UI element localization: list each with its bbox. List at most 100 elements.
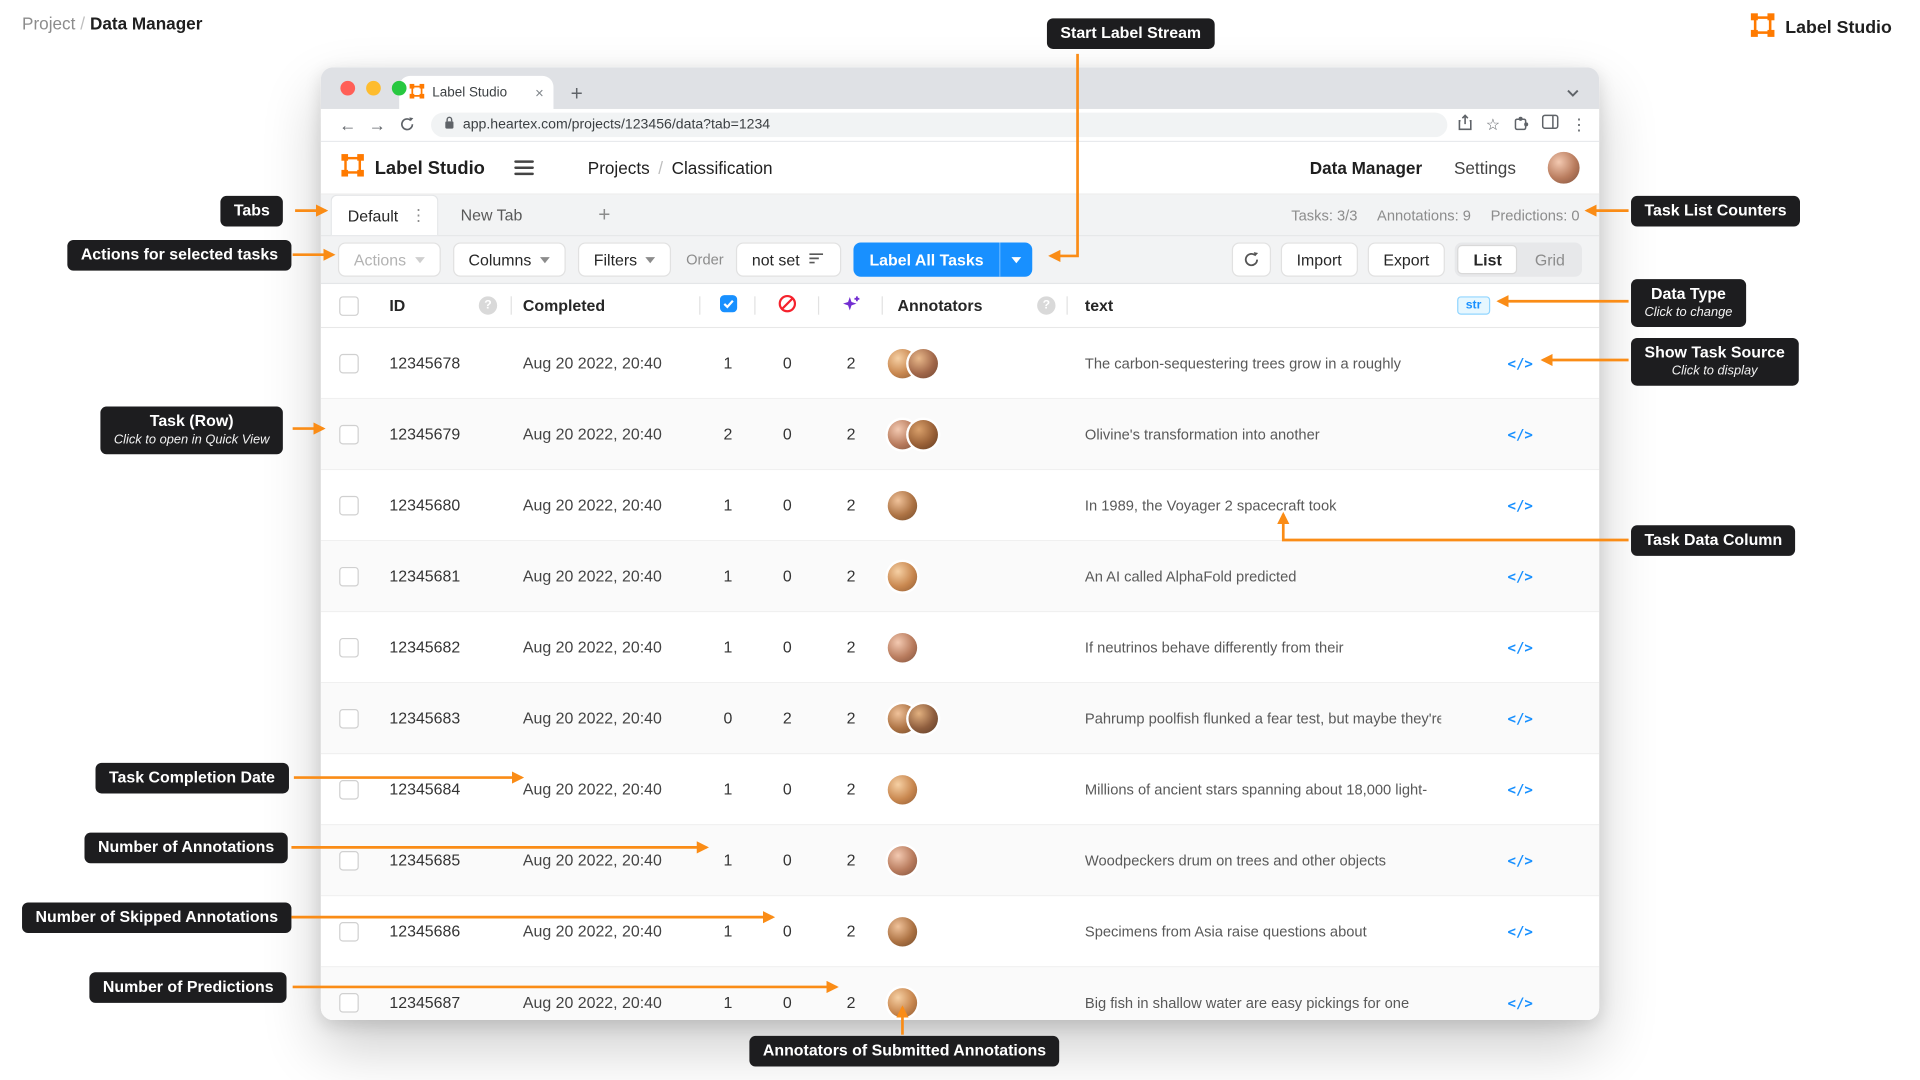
table-row[interactable]: 12345683 Aug 20 2022, 20:40 0 2 2 Pahrump poo…: [320, 683, 1600, 755]
show-source-icon[interactable]: </>: [1507, 639, 1532, 656]
close-window-button[interactable]: [340, 80, 356, 96]
project-name[interactable]: Classification: [672, 158, 773, 178]
table-row[interactable]: 12345684 Aug 20 2022, 20:40 1 0 2 Millions of…: [320, 754, 1600, 826]
callout-task-list-counters: Task List Counters: [1631, 195, 1801, 227]
annotator-avatar[interactable]: [887, 774, 918, 804]
forward-icon[interactable]: →: [362, 116, 391, 133]
favicon: [409, 83, 425, 103]
header-completed-label[interactable]: Completed: [523, 296, 605, 314]
row-checkbox[interactable]: [339, 495, 359, 515]
columns-label: Columns: [468, 250, 532, 269]
show-source-icon[interactable]: </>: [1507, 781, 1532, 798]
extensions-puzzle-icon[interactable]: [1512, 113, 1529, 136]
annotator-avatar[interactable]: [887, 632, 918, 662]
row-checkbox[interactable]: [339, 637, 359, 657]
table-row[interactable]: 12345678 Aug 20 2022, 20:40 1 0 2 The carbon-…: [320, 328, 1600, 400]
user-avatar[interactable]: [1547, 151, 1580, 184]
reload-icon[interactable]: [392, 116, 421, 134]
new-browser-tab-button[interactable]: +: [571, 83, 583, 104]
annotators-cell: [883, 612, 1068, 682]
refresh-button[interactable]: [1231, 242, 1271, 277]
maximize-window-button[interactable]: [391, 80, 407, 96]
annotations-column-icon[interactable]: [718, 294, 738, 317]
row-checkbox[interactable]: [339, 779, 359, 799]
table-row[interactable]: 12345687 Aug 20 2022, 20:40 1 0 2 Big fish in…: [320, 967, 1600, 1021]
show-source-icon[interactable]: </>: [1507, 710, 1532, 727]
show-source-icon[interactable]: </>: [1507, 568, 1532, 585]
table-row[interactable]: 12345679 Aug 20 2022, 20:40 2 0 2 Olivine's t…: [320, 399, 1600, 471]
show-source-icon[interactable]: </>: [1507, 354, 1532, 371]
annotator-avatar[interactable]: [887, 845, 918, 875]
select-all-checkbox[interactable]: [339, 295, 359, 316]
table-row[interactable]: 12345682 Aug 20 2022, 20:40 1 0 2 If neutrino…: [320, 612, 1600, 684]
header-id-label[interactable]: ID: [389, 296, 405, 314]
actions-dropdown[interactable]: Actions: [337, 242, 441, 277]
tab-options-kebab-icon[interactable]: ⋮: [410, 206, 426, 226]
row-checkbox[interactable]: [339, 850, 359, 870]
table-row[interactable]: 12345685 Aug 20 2022, 20:40 1 0 2 Woodpeckers…: [320, 825, 1600, 897]
projects-link[interactable]: Projects: [588, 158, 650, 178]
back-icon[interactable]: ←: [333, 116, 362, 133]
table-row[interactable]: 12345680 Aug 20 2022, 20:40 1 0 2 In 1989, th…: [320, 470, 1600, 542]
export-button[interactable]: Export: [1367, 242, 1446, 277]
annotator-avatar[interactable]: [887, 561, 918, 591]
chevron-down-icon: [539, 256, 550, 263]
show-source-icon[interactable]: </>: [1507, 923, 1532, 940]
row-checkbox[interactable]: [339, 921, 359, 942]
skipped-count: 0: [782, 424, 792, 444]
row-checkbox[interactable]: [339, 566, 359, 586]
task-completed-date: Aug 20 2022, 20:40: [522, 922, 662, 941]
row-checkbox[interactable]: [339, 424, 359, 444]
task-text: An AI called AlphaFold predicted: [1084, 567, 1297, 585]
source-cell: </>: [1441, 612, 1599, 682]
add-view-tab-button[interactable]: +: [598, 195, 610, 235]
view-list-button[interactable]: List: [1457, 244, 1518, 275]
browser-tab[interactable]: Label Studio ×: [399, 75, 554, 109]
annotator-avatar[interactable]: [887, 916, 918, 946]
nav-data-manager[interactable]: Data Manager: [1310, 158, 1422, 178]
source-cell: </>: [1441, 328, 1599, 398]
close-tab-icon[interactable]: ×: [535, 84, 544, 101]
row-checkbox[interactable]: [339, 992, 359, 1013]
columns-dropdown[interactable]: Columns: [452, 242, 566, 277]
predictions-column-icon[interactable]: [841, 294, 861, 317]
data-type-badge[interactable]: str: [1457, 296, 1490, 315]
address-bar[interactable]: app.heartex.com/projects/123456/data?tab…: [431, 112, 1448, 138]
show-source-icon[interactable]: </>: [1507, 497, 1532, 514]
label-all-tasks-chevron[interactable]: [1001, 242, 1033, 276]
show-source-icon[interactable]: </>: [1507, 994, 1532, 1011]
annotator-avatar[interactable]: [887, 987, 918, 1017]
tab-default[interactable]: Default ⋮: [330, 194, 439, 236]
tab-new[interactable]: New Tab: [439, 195, 545, 235]
tab-search-chevron-icon[interactable]: [1566, 82, 1579, 104]
order-dropdown[interactable]: not set: [735, 242, 842, 277]
annotator-avatar[interactable]: [887, 490, 918, 520]
annotations-count: 1: [723, 353, 733, 373]
show-source-icon[interactable]: </>: [1507, 852, 1532, 869]
share-icon[interactable]: [1458, 113, 1474, 136]
nav-settings[interactable]: Settings: [1454, 158, 1516, 178]
breadcrumb-section[interactable]: Project: [22, 13, 75, 33]
row-checkbox[interactable]: [339, 708, 359, 728]
annotator-avatar[interactable]: [908, 348, 938, 378]
import-button[interactable]: Import: [1280, 242, 1358, 277]
minimize-window-button[interactable]: [366, 80, 381, 96]
hamburger-menu-icon[interactable]: [514, 160, 534, 176]
annotator-avatar[interactable]: [908, 419, 938, 449]
side-panel-icon[interactable]: [1541, 114, 1559, 136]
header-text-label[interactable]: text: [1085, 296, 1113, 314]
show-source-icon[interactable]: </>: [1507, 426, 1532, 443]
annotators-help-icon[interactable]: ?: [1037, 296, 1056, 315]
id-help-icon[interactable]: ?: [478, 296, 498, 315]
bookmark-star-icon[interactable]: ☆: [1486, 115, 1500, 135]
label-all-tasks-button[interactable]: Label All Tasks: [853, 242, 1033, 277]
table-row[interactable]: 12345681 Aug 20 2022, 20:40 1 0 2 An AI calle…: [320, 541, 1600, 613]
browser-menu-kebab-icon[interactable]: ⋮: [1571, 115, 1587, 135]
header-annotators-label[interactable]: Annotators: [898, 296, 983, 314]
table-row[interactable]: 12345686 Aug 20 2022, 20:40 1 0 2 Specimens f…: [320, 896, 1600, 968]
row-checkbox[interactable]: [339, 353, 359, 373]
annotator-avatar[interactable]: [908, 703, 938, 733]
skipped-annotations-icon[interactable]: [778, 294, 798, 317]
filters-dropdown[interactable]: Filters: [577, 242, 672, 277]
view-grid-button[interactable]: Grid: [1520, 245, 1579, 274]
